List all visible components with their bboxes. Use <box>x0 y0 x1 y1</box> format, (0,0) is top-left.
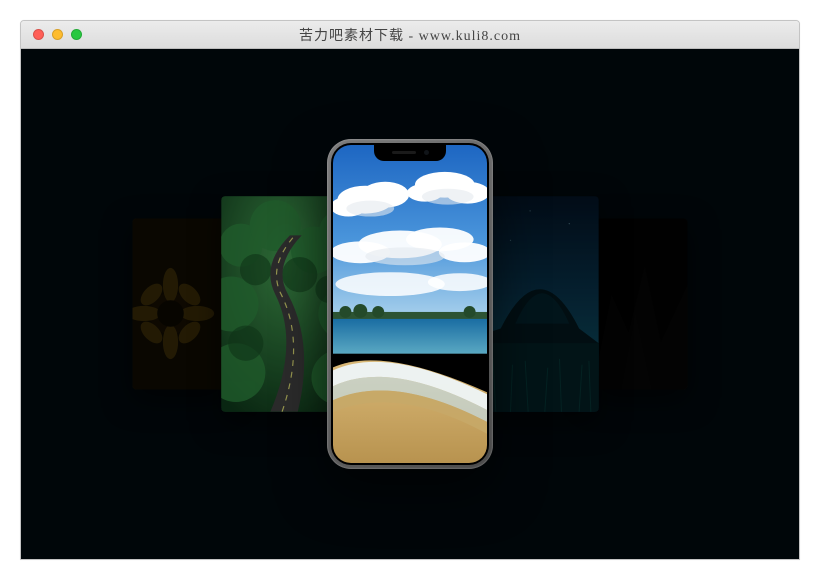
browser-window: 苦力吧素材下载 - www.kuli8.com <box>20 20 800 560</box>
camera-icon <box>424 150 429 155</box>
window-title: 苦力吧素材下载 - www.kuli8.com <box>21 25 799 45</box>
phone-frame <box>327 139 493 469</box>
phone-bezel <box>331 143 489 465</box>
carousel-item[interactable] <box>593 219 688 390</box>
phone-notch <box>374 143 446 161</box>
carousel-item[interactable] <box>133 219 228 390</box>
content-area <box>21 49 799 559</box>
speaker-icon <box>392 151 416 154</box>
carousel[interactable] <box>21 49 799 559</box>
carousel-item-active[interactable] <box>333 145 487 463</box>
titlebar: 苦力吧素材下载 - www.kuli8.com <box>21 21 799 49</box>
